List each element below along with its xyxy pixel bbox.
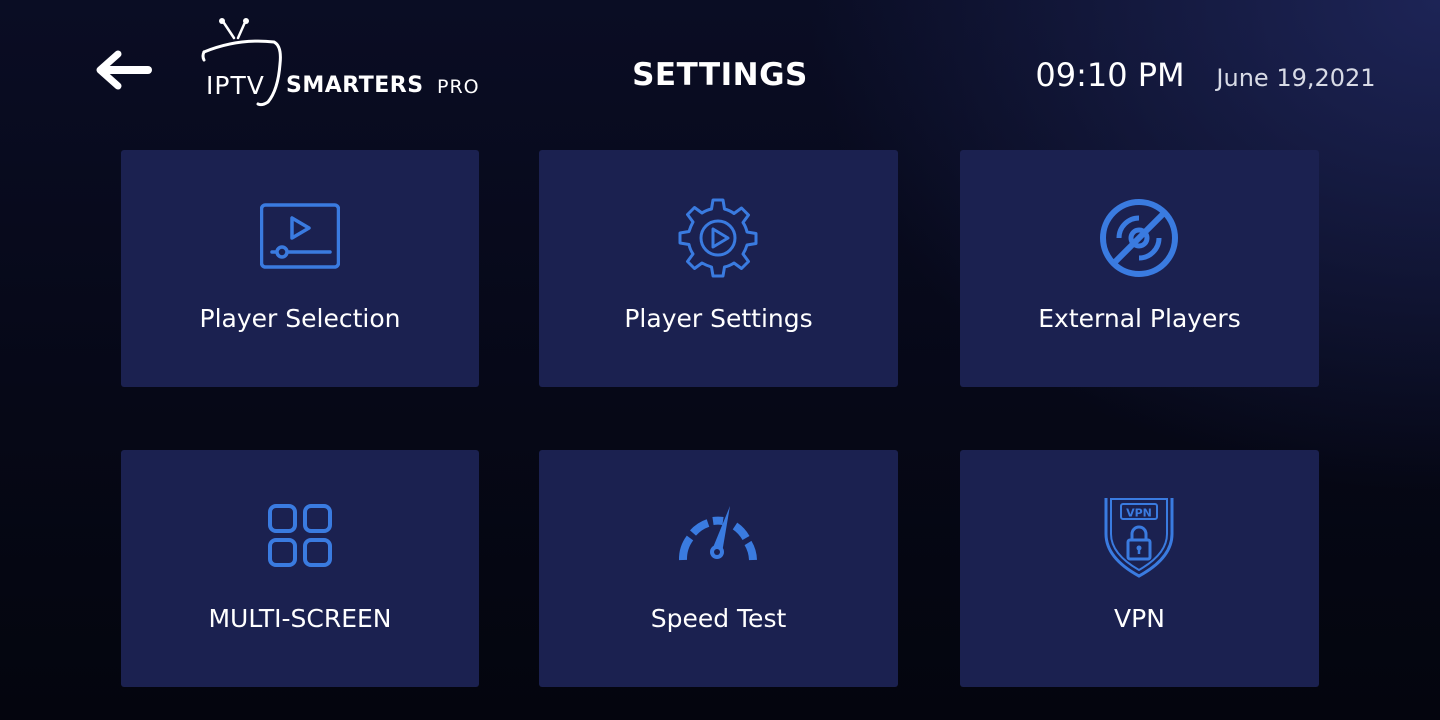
svg-text:VPN: VPN [1126, 507, 1152, 520]
clock-time: 09:10 PM [1035, 56, 1185, 94]
back-button[interactable] [96, 50, 156, 90]
page-title: SETTINGS [632, 57, 808, 93]
speedometer-icon [679, 506, 757, 561]
tile-external-players[interactable]: External Players [960, 150, 1319, 387]
grid-icon [268, 504, 332, 567]
logo-smarters-text: SMARTERS [286, 73, 424, 98]
tile-player-settings[interactable]: Player Settings [539, 150, 898, 387]
tile-player-selection[interactable]: Player Selection [121, 150, 479, 387]
tile-label: Player Settings [624, 304, 813, 333]
arrow-left-icon [96, 50, 152, 90]
tile-label: Player Selection [199, 304, 401, 333]
tile-speed-test[interactable]: Speed Test [539, 450, 898, 687]
app-logo: IPTV SMARTERS PRO [198, 16, 498, 108]
logo-pro-text: PRO [437, 76, 480, 98]
tile-label: External Players [1038, 304, 1241, 333]
tile-label: MULTI-SCREEN [208, 604, 392, 633]
logo-iptv-text: IPTV [206, 71, 265, 100]
disc-off-icon [1100, 199, 1178, 277]
vpn-shield-icon: VPN [1104, 498, 1174, 578]
tile-multi-screen[interactable]: MULTI-SCREEN [121, 450, 479, 687]
video-player-icon [260, 203, 340, 269]
tile-label: Speed Test [650, 604, 787, 633]
clock-date: June 19,2021 [1216, 64, 1376, 92]
gear-play-icon [678, 198, 758, 278]
tile-vpn[interactable]: VPN VPN [960, 450, 1319, 687]
tile-label: VPN [1114, 604, 1165, 633]
